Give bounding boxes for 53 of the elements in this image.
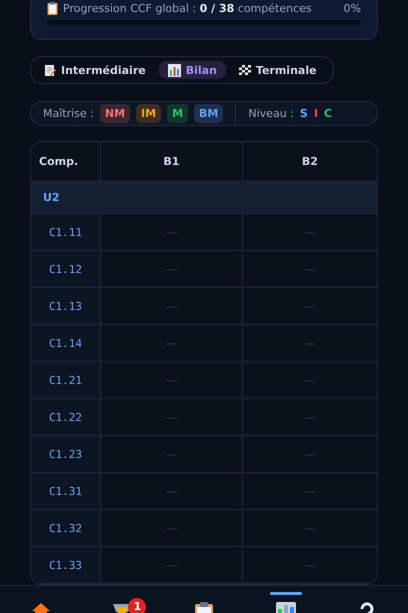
competency-code: C1.21 xyxy=(31,362,101,399)
column-header: Comp. xyxy=(31,142,101,182)
table-cell: — xyxy=(101,214,243,251)
competency-code: C1.11 xyxy=(31,214,101,251)
table-cell: — xyxy=(101,436,243,473)
table-cell: — xyxy=(101,325,243,362)
table-cell: — xyxy=(101,288,243,325)
clipboard-icon xyxy=(47,2,58,14)
column-header: B2 xyxy=(242,142,377,182)
competency-code: C1.23 xyxy=(31,436,101,473)
table-cell: — xyxy=(242,362,377,399)
table-cell: — xyxy=(242,214,377,251)
tab[interactable]: Bilan xyxy=(158,61,226,80)
table-cell: — xyxy=(242,510,377,547)
competency-code: C1.32 xyxy=(31,510,101,547)
legend-label: Maîtrise : xyxy=(43,107,94,120)
level-letter: C xyxy=(324,107,332,120)
table-cell: — xyxy=(242,288,377,325)
tab[interactable]: Intermédiaire xyxy=(35,61,155,80)
mastery-tag: NM xyxy=(100,104,130,123)
legend-label: Niveau : xyxy=(248,107,294,120)
table-cell: — xyxy=(242,251,377,288)
table-cell: — xyxy=(242,325,377,362)
table-cell: — xyxy=(101,547,243,584)
progress-percent: 0% xyxy=(344,2,361,14)
mastery-tag: BM xyxy=(194,104,224,123)
level-letter: I xyxy=(314,107,318,120)
tab[interactable]: Terminale xyxy=(230,61,326,80)
competency-code: C1.33 xyxy=(31,547,101,584)
table-cell: — xyxy=(101,362,243,399)
mastery-tag: IM xyxy=(136,104,162,123)
notification-badge: 1 xyxy=(128,598,146,613)
table-cell: — xyxy=(101,510,243,547)
table-cell: — xyxy=(242,547,377,584)
table-cell: — xyxy=(101,473,243,510)
competency-code: C1.31 xyxy=(31,473,101,510)
competency-code: C1.14 xyxy=(31,325,101,362)
mastery-tag: M xyxy=(167,104,188,123)
progress-label: Progression CCF global : 0 / 38 compétences xyxy=(63,2,312,14)
table-cell: — xyxy=(242,399,377,436)
table-cell: — xyxy=(101,251,243,288)
competency-code: C1.13 xyxy=(31,288,101,325)
competency-code: C1.12 xyxy=(31,251,101,288)
competency-code: C1.22 xyxy=(31,399,101,436)
group-header: U2 xyxy=(31,182,377,214)
memo-icon xyxy=(44,64,56,76)
checkered-flag-icon xyxy=(238,65,251,75)
bar-chart-icon xyxy=(168,64,181,76)
table-cell: — xyxy=(101,399,243,436)
level-letter: S xyxy=(300,107,308,120)
table-cell: — xyxy=(242,436,377,473)
column-header: B1 xyxy=(101,142,243,182)
table-cell: — xyxy=(242,473,377,510)
